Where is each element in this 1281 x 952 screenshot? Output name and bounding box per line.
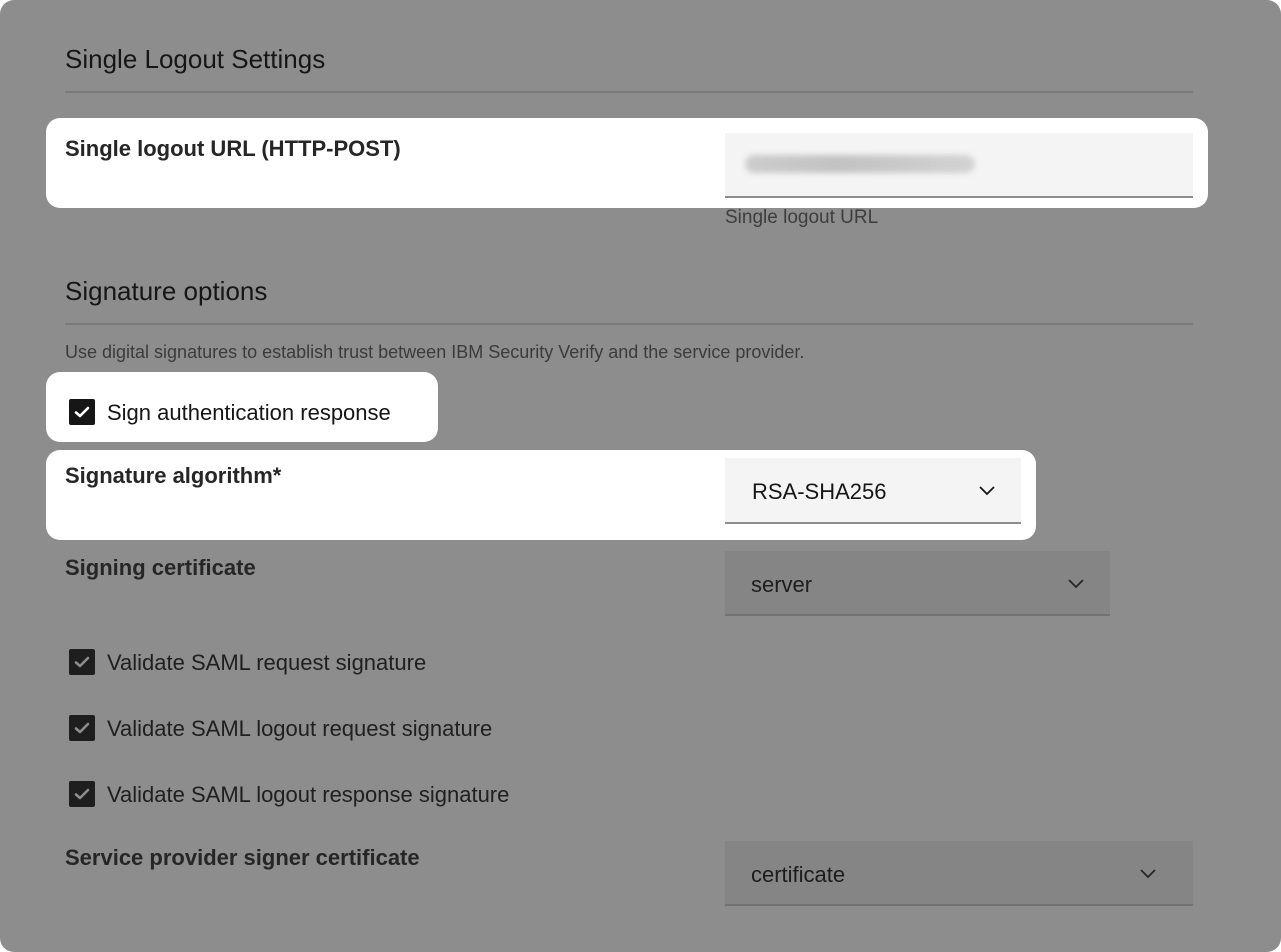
chevron-down-icon	[1140, 869, 1156, 879]
signature-algorithm-row: Signature algorithm* RSA-SHA256	[46, 450, 1036, 540]
validate-saml-request-label[interactable]: Validate SAML request signature	[107, 650, 426, 676]
signature-options-section-title: Signature options	[65, 276, 268, 306]
checkmark-icon	[74, 722, 90, 734]
signing-certificate-label: Signing certificate	[65, 555, 256, 580]
section-divider	[65, 91, 1193, 93]
sign-auth-response-checkbox[interactable]	[69, 399, 95, 425]
chevron-down-icon	[979, 486, 995, 496]
sp-signer-certificate-dropdown[interactable]: certificate	[725, 841, 1193, 906]
single-logout-url-input[interactable]	[725, 133, 1193, 198]
signature-algorithm-dropdown[interactable]: RSA-SHA256	[725, 458, 1021, 524]
single-logout-section-title: Single Logout Settings	[65, 44, 326, 74]
sign-auth-response-label[interactable]: Sign authentication response	[107, 400, 391, 426]
redacted-url-value	[745, 155, 975, 173]
validate-saml-logout-request-checkbox[interactable]	[69, 715, 95, 741]
signing-certificate-dropdown[interactable]: server	[725, 551, 1110, 616]
chevron-down-icon	[1068, 579, 1084, 589]
signing-certificate-value: server	[751, 572, 813, 597]
checkmark-icon	[74, 406, 90, 418]
single-logout-url-label: Single logout URL (HTTP-POST)	[65, 136, 401, 161]
validate-saml-logout-request-label[interactable]: Validate SAML logout request signature	[107, 716, 492, 742]
sign-auth-response-row: Sign authentication response	[46, 372, 438, 442]
settings-panel: Single Logout Settings Single logout URL…	[0, 0, 1281, 952]
validate-saml-request-checkbox[interactable]	[69, 649, 95, 675]
signature-algorithm-label: Signature algorithm*	[65, 463, 282, 488]
section-divider	[65, 323, 1193, 325]
checkmark-icon	[74, 788, 90, 800]
checkmark-icon	[74, 656, 90, 668]
signature-algorithm-value: RSA-SHA256	[752, 479, 887, 504]
single-logout-url-helper: Single logout URL	[725, 207, 879, 228]
validate-saml-logout-response-checkbox[interactable]	[69, 781, 95, 807]
sp-signer-certificate-value: certificate	[751, 862, 846, 887]
single-logout-url-row: Single logout URL (HTTP-POST)	[46, 118, 1208, 208]
validate-saml-logout-response-label[interactable]: Validate SAML logout response signature	[107, 782, 509, 808]
signature-options-description: Use digital signatures to establish trus…	[65, 342, 805, 362]
sp-signer-certificate-label: Service provider signer certificate	[65, 845, 420, 870]
